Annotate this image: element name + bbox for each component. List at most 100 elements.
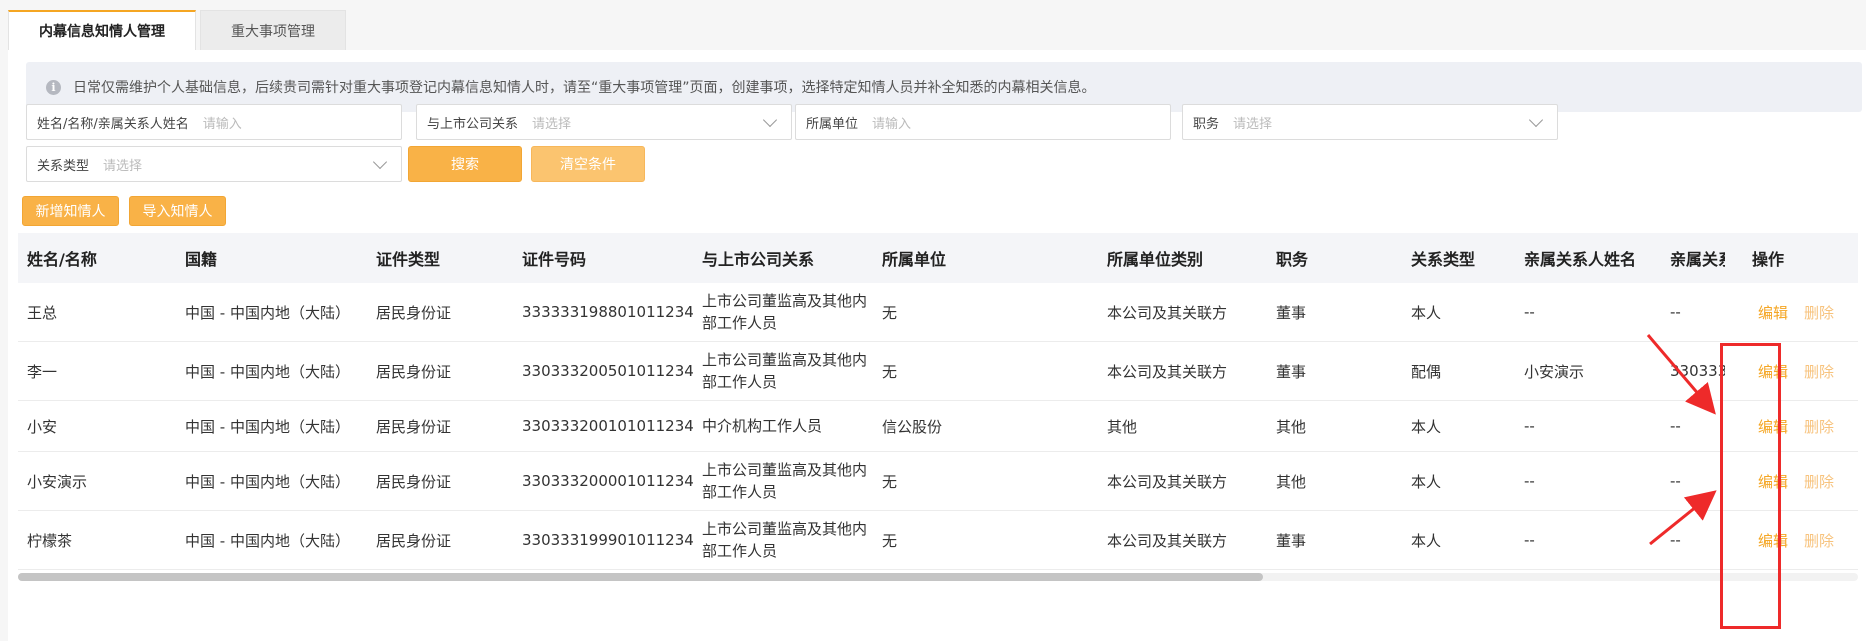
table-row: 李一 中国 - 中国内地（大陆） 居民身份证 33033320050101123… [18, 342, 1858, 401]
scrollbar-thumb[interactable] [18, 573, 1263, 581]
cell-unit-type: 本公司及其关联方 [1107, 531, 1228, 550]
cell-relation-type: 本人 [1411, 472, 1442, 491]
cell-unit-type: 其他 [1107, 417, 1138, 436]
relation-select-value: 请选择 [532, 116, 572, 132]
cell-relation-type: 本人 [1411, 303, 1442, 322]
col-id-type: 证件类型 [376, 250, 441, 269]
cell-unit: 无 [882, 362, 898, 381]
position-select-label: 职务 [1193, 116, 1220, 132]
table-row: 小安演示 中国 - 中国内地（大陆） 居民身份证 330333200001011… [18, 452, 1858, 511]
unit-filter-input[interactable]: 请输入 [858, 113, 1170, 132]
add-insider-button[interactable]: 新增知情人 [22, 196, 119, 226]
relation-type-value: 请选择 [103, 158, 143, 174]
position-select-value: 请选择 [1233, 116, 1273, 132]
name-filter-input[interactable]: 请输入 [189, 113, 401, 132]
cell-kin-name: -- [1524, 303, 1535, 321]
op-cell: 编辑 删除 [1748, 283, 1858, 342]
cell-kin-relation: 330333 [1670, 362, 1725, 380]
cell-relation-type: 配偶 [1411, 362, 1442, 381]
table-header: 姓名/名称 国籍 证件类型 证件号码 与上市公司关系 所属单位 所属单位类别 职… [18, 233, 1858, 283]
cell-relation-type: 本人 [1411, 531, 1442, 550]
delete-link[interactable]: 删除 [1804, 471, 1834, 492]
search-button[interactable]: 搜索 [408, 146, 522, 182]
cell-nationality: 中国 - 中国内地（大陆） [185, 417, 350, 436]
cell-name: 王总 [27, 303, 58, 322]
cell-id-no: 330333199901011234 [522, 531, 693, 549]
relation-select-label: 与上市公司关系 [427, 116, 519, 132]
col-nationality: 国籍 [185, 250, 218, 269]
highlight-box [1720, 343, 1781, 629]
cell-position: 董事 [1276, 362, 1307, 381]
unit-filter[interactable]: 所属单位 请输入 [795, 104, 1171, 140]
relation-type-select[interactable]: 关系类型 请选择 [26, 146, 402, 182]
cell-relation: 中介机构工作人员 [702, 417, 823, 435]
chevron-down-icon [762, 112, 778, 127]
table-row: 王总 中国 - 中国内地（大陆） 居民身份证 33333319880101123… [18, 283, 1858, 342]
cell-nationality: 中国 - 中国内地（大陆） [185, 472, 350, 491]
cell-kin-relation: -- [1670, 472, 1681, 490]
delete-link[interactable]: 删除 [1804, 530, 1834, 551]
cell-relation: 上市公司董监高及其他内部工作人员 [702, 520, 868, 560]
cell-position: 董事 [1276, 303, 1307, 322]
cell-relation: 上市公司董监高及其他内部工作人员 [702, 292, 868, 332]
tab-insider-management[interactable]: 内幕信息知情人管理 [8, 10, 196, 50]
col-unit: 所属单位 [882, 250, 947, 269]
table-row: 柠檬茶 中国 - 中国内地（大陆） 居民身份证 3303331999010112… [18, 511, 1858, 570]
edit-link[interactable]: 编辑 [1758, 302, 1788, 323]
cell-position: 董事 [1276, 531, 1307, 550]
cell-position: 其他 [1276, 417, 1307, 436]
cell-id-no: 333333198801011234 [522, 303, 693, 321]
tab-bar: 内幕信息知情人管理 重大事项管理 [8, 10, 346, 50]
col-relation: 与上市公司关系 [702, 250, 815, 269]
col-id-no: 证件号码 [522, 250, 587, 269]
cell-id-no: 330333200501011234 [522, 362, 693, 380]
name-filter[interactable]: 姓名/名称/亲属关系人姓名 请输入 [26, 104, 402, 140]
relation-select[interactable]: 与上市公司关系 请选择 [416, 104, 792, 140]
delete-link[interactable]: 删除 [1804, 302, 1834, 323]
delete-link[interactable]: 删除 [1804, 361, 1834, 382]
cell-kin-relation: -- [1670, 417, 1681, 435]
cell-relation: 上市公司董监高及其他内部工作人员 [702, 351, 868, 391]
cell-nationality: 中国 - 中国内地（大陆） [185, 303, 350, 322]
name-filter-label: 姓名/名称/亲属关系人姓名 [37, 116, 189, 132]
cell-id-type: 居民身份证 [376, 531, 452, 550]
col-position: 职务 [1276, 250, 1309, 269]
cell-kin-name: 小安演示 [1524, 362, 1585, 381]
import-insider-button[interactable]: 导入知情人 [129, 196, 226, 226]
cell-id-no: 330333200101011234 [522, 417, 693, 435]
chevron-down-icon [1528, 112, 1544, 127]
cell-kin-relation: -- [1670, 531, 1681, 549]
cell-name: 小安 [27, 417, 58, 436]
relation-type-label: 关系类型 [37, 158, 90, 174]
cell-kin-name: -- [1524, 531, 1535, 549]
clear-filters-button[interactable]: 清空条件 [531, 146, 645, 182]
cell-unit: 无 [882, 531, 898, 550]
horizontal-scrollbar[interactable] [18, 573, 1858, 581]
cell-name: 柠檬茶 [27, 531, 73, 550]
cell-name: 李一 [27, 362, 58, 381]
cell-id-type: 居民身份证 [376, 472, 452, 491]
cell-relation-type: 本人 [1411, 417, 1442, 436]
insider-table: 姓名/名称 国籍 证件类型 证件号码 与上市公司关系 所属单位 所属单位类别 职… [18, 233, 1858, 570]
chevron-down-icon [372, 154, 388, 169]
cell-unit: 无 [882, 303, 898, 322]
cell-position: 其他 [1276, 472, 1307, 491]
col-kin-relation: 亲属关系 [1670, 250, 1725, 269]
col-kin-name: 亲属关系人姓名 [1524, 250, 1637, 269]
cell-unit: 无 [882, 472, 898, 491]
notice-text: 日常仅需维护个人基础信息，后续贵司需针对重大事项登记内幕信息知情人时，请至“重大… [73, 80, 1096, 96]
cell-nationality: 中国 - 中国内地（大陆） [185, 531, 350, 550]
cell-unit-type: 本公司及其关联方 [1107, 472, 1228, 491]
delete-link[interactable]: 删除 [1804, 416, 1834, 437]
info-icon: i [46, 79, 61, 95]
cell-kin-name: -- [1524, 472, 1535, 490]
col-unit-type: 所属单位类别 [1107, 250, 1204, 269]
cell-kin-name: -- [1524, 417, 1535, 435]
position-select[interactable]: 职务 请选择 [1182, 104, 1558, 140]
cell-unit-type: 本公司及其关联方 [1107, 362, 1228, 381]
cell-relation: 上市公司董监高及其他内部工作人员 [702, 461, 868, 501]
tab-major-matters[interactable]: 重大事项管理 [200, 10, 346, 50]
cell-unit-type: 本公司及其关联方 [1107, 303, 1228, 322]
cell-unit: 信公股份 [882, 417, 943, 436]
col-name: 姓名/名称 [27, 250, 97, 269]
